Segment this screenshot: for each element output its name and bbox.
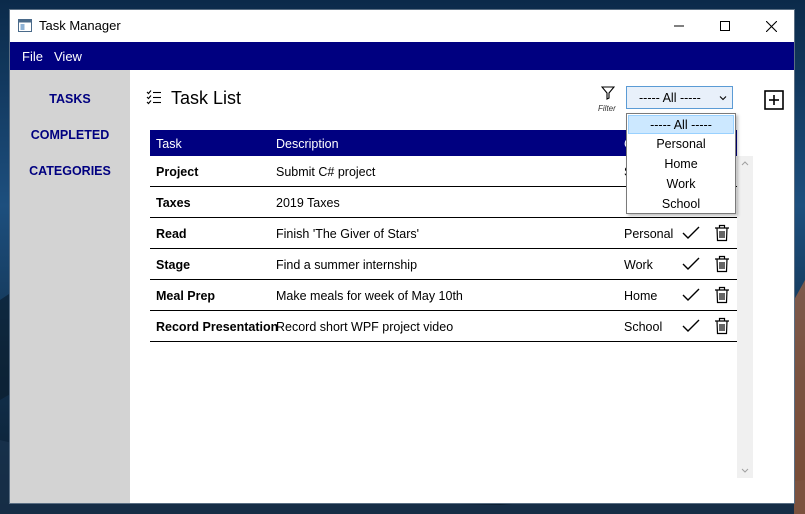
- column-header-description[interactable]: Description: [276, 137, 339, 151]
- minimize-button[interactable]: [656, 10, 702, 42]
- delete-trash-icon[interactable]: [714, 317, 730, 335]
- task-description: 2019 Taxes: [276, 196, 340, 210]
- table-row[interactable]: Read Finish 'The Giver of Stars' Persona…: [150, 218, 737, 249]
- dropdown-option-school[interactable]: School: [628, 195, 734, 214]
- task-description: Make meals for week of May 10th: [276, 289, 463, 303]
- dropdown-option-home[interactable]: Home: [628, 155, 734, 174]
- delete-trash-icon[interactable]: [714, 255, 730, 273]
- sidebar: TASKS COMPLETED CATEGORIES: [10, 70, 130, 503]
- task-name: Meal Prep: [156, 289, 216, 303]
- app-icon: [18, 19, 32, 32]
- table-row[interactable]: Stage Find a summer internship Work: [150, 249, 737, 280]
- filter-icon: [601, 86, 615, 100]
- maximize-button[interactable]: [702, 10, 748, 42]
- dropdown-option-personal[interactable]: Personal: [628, 135, 734, 154]
- task-category: Home: [624, 289, 658, 303]
- dropdown-option-work[interactable]: Work: [628, 175, 734, 194]
- category-filter-select[interactable]: ----- All -----: [626, 86, 733, 109]
- window-title: Task Manager: [39, 18, 121, 33]
- task-name: Project: [156, 165, 199, 179]
- filter-label: Filter: [598, 104, 616, 113]
- complete-check-icon[interactable]: [682, 256, 700, 272]
- task-description: Find a summer internship: [276, 258, 418, 272]
- category-dropdown-list: ----- All ----- Personal Home Work Schoo…: [626, 113, 736, 214]
- maximize-icon: [720, 21, 730, 31]
- chevron-down-icon: [719, 96, 727, 101]
- task-description: Record short WPF project video: [276, 320, 454, 334]
- task-category: Work: [624, 258, 653, 272]
- task-description: Finish 'The Giver of Stars': [276, 227, 420, 241]
- checklist-icon: [146, 90, 161, 105]
- complete-check-icon[interactable]: [682, 225, 700, 241]
- table-row[interactable]: Record Presentation Record short WPF pro…: [150, 311, 737, 342]
- menu-file[interactable]: File: [22, 49, 43, 64]
- dropdown-option-all[interactable]: ----- All -----: [628, 115, 734, 134]
- menu-view[interactable]: View: [54, 49, 82, 64]
- close-icon: [765, 20, 777, 32]
- column-header-task[interactable]: Task: [156, 137, 182, 151]
- category-filter-value: ----- All -----: [639, 91, 701, 105]
- task-name: Stage: [156, 258, 191, 272]
- task-category: School: [624, 320, 663, 334]
- page-title: Task List: [171, 88, 242, 108]
- title-bar[interactable]: Task Manager: [10, 10, 794, 42]
- delete-trash-icon[interactable]: [714, 224, 730, 242]
- sidebar-item-completed[interactable]: COMPLETED: [10, 128, 130, 142]
- scroll-down-icon[interactable]: [741, 468, 749, 474]
- menu-bar: File View: [10, 42, 794, 70]
- task-category: Personal: [624, 227, 674, 241]
- task-name: Record Presentation: [156, 320, 279, 334]
- complete-check-icon[interactable]: [682, 287, 700, 303]
- task-name: Read: [156, 227, 187, 241]
- sidebar-item-categories[interactable]: CATEGORIES: [10, 164, 130, 178]
- sidebar-item-tasks[interactable]: TASKS: [10, 92, 130, 106]
- app-window: Task Manager File View TASKS COMPLETED C…: [10, 10, 794, 503]
- close-button[interactable]: [748, 10, 794, 42]
- task-name: Taxes: [156, 196, 191, 210]
- minimize-icon: [674, 25, 684, 27]
- complete-check-icon[interactable]: [682, 318, 700, 334]
- vertical-scrollbar[interactable]: [737, 156, 753, 478]
- add-task-button[interactable]: [764, 90, 784, 110]
- scroll-up-icon[interactable]: [741, 160, 749, 166]
- task-description: Submit C# project: [276, 165, 376, 179]
- filter-button[interactable]: Filter: [598, 86, 618, 122]
- delete-trash-icon[interactable]: [714, 286, 730, 304]
- table-row[interactable]: Meal Prep Make meals for week of May 10t…: [150, 280, 737, 311]
